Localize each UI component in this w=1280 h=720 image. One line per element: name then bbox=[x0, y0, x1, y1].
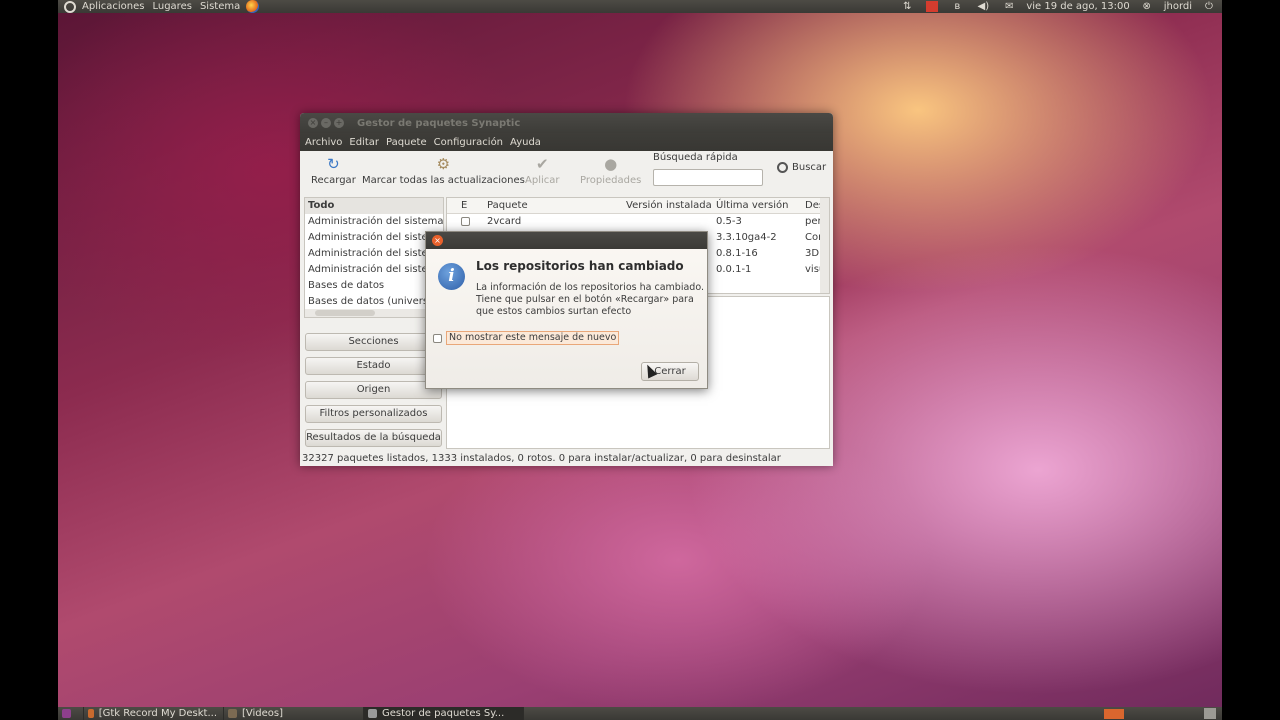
apply-label: Aplicar bbox=[525, 175, 560, 186]
package-latest-version: 0.5-3 bbox=[716, 216, 742, 227]
trash-icon[interactable] bbox=[1204, 708, 1216, 719]
apply-button[interactable]: ✔ Aplicar bbox=[525, 155, 559, 186]
taskbar-item[interactable]: Gestor de paquetes Sy... bbox=[364, 707, 524, 720]
section-item[interactable]: Administración del sistema bbox=[305, 246, 443, 262]
dont-show-again-label[interactable]: No mostrar este mensaje de nuevo bbox=[446, 331, 620, 345]
taskbar-item-label: [Gtk Record My Deskt... bbox=[98, 708, 217, 719]
section-item[interactable]: Todo bbox=[305, 198, 443, 214]
quick-search-label: Búsqueda rápida bbox=[653, 152, 738, 163]
ubuntu-logo-icon[interactable] bbox=[64, 0, 76, 13]
mark-all-label: Marcar todas las actualizaciones bbox=[362, 175, 525, 186]
filter-custom-button[interactable]: Filtros personalizados bbox=[305, 405, 442, 423]
dont-show-again-checkbox[interactable]: No mostrar este mensaje de nuevo bbox=[433, 331, 620, 345]
mark-all-upgrades-button[interactable]: ⚙ Marcar todas las actualizaciones bbox=[362, 155, 525, 186]
mark-upgrades-icon: ⚙ bbox=[436, 155, 451, 173]
filter-status-button[interactable]: Estado bbox=[305, 357, 442, 375]
reload-icon: ↻ bbox=[327, 155, 340, 173]
apply-icon: ✔ bbox=[535, 155, 549, 173]
package-latest-version: 0.0.1-1 bbox=[716, 264, 752, 275]
filter-origin-button[interactable]: Origen bbox=[305, 381, 442, 399]
power-icon[interactable]: ⏻ bbox=[1202, 1, 1216, 12]
menu-places[interactable]: Lugares bbox=[148, 1, 195, 12]
user-icon: ⊗ bbox=[1142, 0, 1151, 12]
update-notifier-icon[interactable] bbox=[926, 1, 939, 12]
taskbar-item[interactable]: [Videos] bbox=[224, 707, 364, 720]
package-name: 2vcard bbox=[487, 216, 522, 227]
minimize-icon[interactable]: – bbox=[321, 118, 331, 128]
dialog-heading: Los repositorios han cambiado bbox=[476, 259, 684, 273]
filter-sections-button[interactable]: Secciones bbox=[305, 333, 442, 351]
status-bar: 32327 paquetes listados, 1333 instalados… bbox=[302, 453, 781, 464]
dialog-titlebar[interactable]: × bbox=[426, 232, 707, 249]
gtk-record-icon bbox=[88, 709, 94, 718]
close-icon[interactable]: × bbox=[432, 235, 443, 246]
package-installed-version bbox=[622, 214, 712, 230]
quick-search-input[interactable] bbox=[653, 169, 763, 186]
network-icon[interactable]: ⇅ bbox=[900, 1, 914, 12]
window-title: Gestor de paquetes Synaptic bbox=[357, 117, 521, 129]
mail-icon[interactable]: ✉ bbox=[1002, 1, 1016, 12]
taskbar-item[interactable]: [Gtk Record My Deskt... bbox=[84, 707, 224, 720]
menu-system[interactable]: Sistema bbox=[196, 1, 244, 12]
package-checkbox[interactable] bbox=[461, 217, 470, 226]
section-item[interactable]: Bases de datos bbox=[305, 278, 443, 294]
menu-archivo[interactable]: Archivo bbox=[302, 137, 345, 148]
reload-button[interactable]: ↻ Recargar bbox=[311, 155, 356, 186]
toolbar: ↻ Recargar ⚙ Marcar todas las actualizac… bbox=[300, 151, 833, 201]
volume-icon[interactable]: ◀) bbox=[976, 1, 990, 12]
section-item[interactable]: Administración del sistema bbox=[305, 230, 443, 246]
package-list-scrollbar[interactable] bbox=[820, 198, 829, 293]
package-latest-version: 0.8.1-16 bbox=[716, 248, 758, 259]
properties-label: Propiedades bbox=[580, 175, 642, 186]
menu-paquete[interactable]: Paquete bbox=[383, 137, 430, 148]
sections-list[interactable]: Todo Administración del sistema Administ… bbox=[304, 197, 444, 318]
maximize-icon[interactable]: + bbox=[334, 118, 344, 128]
window-titlebar[interactable]: × – + Gestor de paquetes Synaptic bbox=[300, 113, 833, 133]
menu-applications[interactable]: Aplicaciones bbox=[78, 1, 148, 12]
menubar: Archivo Editar Paquete Configuración Ayu… bbox=[300, 133, 833, 151]
close-icon[interactable]: × bbox=[308, 118, 318, 128]
column-latest-version[interactable]: Última versión bbox=[712, 198, 801, 213]
user-name[interactable]: jhordi bbox=[1160, 1, 1196, 12]
info-icon: i bbox=[438, 263, 465, 290]
table-row[interactable]: 2vcard 0.5-3 perl bbox=[447, 214, 829, 230]
checkbox[interactable] bbox=[433, 333, 442, 343]
show-desktop-icon bbox=[62, 709, 71, 718]
column-status[interactable]: E bbox=[457, 198, 483, 213]
taskbar-item-label: Gestor de paquetes Sy... bbox=[382, 708, 505, 719]
search-icon bbox=[777, 162, 788, 173]
filter-search-results-button[interactable]: Resultados de la búsqueda bbox=[305, 429, 442, 447]
menu-editar[interactable]: Editar bbox=[346, 137, 382, 148]
synaptic-icon bbox=[368, 709, 377, 718]
menu-configuracion[interactable]: Configuración bbox=[431, 137, 506, 148]
menu-ayuda[interactable]: Ayuda bbox=[507, 137, 544, 148]
repositories-changed-dialog: × i Los repositorios han cambiado La inf… bbox=[425, 231, 708, 389]
workspace-switcher[interactable] bbox=[1104, 708, 1124, 719]
search-button[interactable]: Buscar bbox=[777, 162, 826, 173]
top-panel: Aplicaciones Lugares Sistema ⇅ ʙ ◀) ✉ vi… bbox=[58, 0, 1222, 13]
section-item[interactable]: Administración del sistema bbox=[305, 262, 443, 278]
bottom-panel: [Gtk Record My Deskt... [Videos] Gestor … bbox=[58, 707, 1222, 720]
column-package[interactable]: Paquete bbox=[483, 198, 622, 213]
show-desktop-button[interactable] bbox=[58, 707, 84, 720]
reload-label: Recargar bbox=[311, 175, 356, 186]
folder-icon bbox=[228, 709, 237, 718]
properties-button[interactable]: ● Propiedades bbox=[580, 155, 641, 186]
package-latest-version: 3.3.10ga4-2 bbox=[716, 232, 777, 243]
properties-icon: ● bbox=[604, 155, 618, 173]
dialog-message: La información de los repositorios ha ca… bbox=[476, 282, 704, 317]
package-list-header: E Paquete Versión instalada Última versi… bbox=[447, 198, 829, 214]
section-item[interactable]: Bases de datos (universe) bbox=[305, 294, 443, 310]
taskbar-item-label: [Videos] bbox=[242, 708, 284, 719]
sections-hscrollbar[interactable] bbox=[305, 309, 443, 317]
column-installed-version[interactable]: Versión instalada bbox=[622, 198, 712, 213]
section-item[interactable]: Administración del sistema bbox=[305, 214, 443, 230]
firefox-icon[interactable] bbox=[246, 0, 260, 13]
search-button-label: Buscar bbox=[792, 162, 827, 173]
clock[interactable]: vie 19 de ago, 13:00 bbox=[1022, 1, 1133, 12]
bluetooth-icon[interactable]: ʙ bbox=[950, 1, 964, 12]
